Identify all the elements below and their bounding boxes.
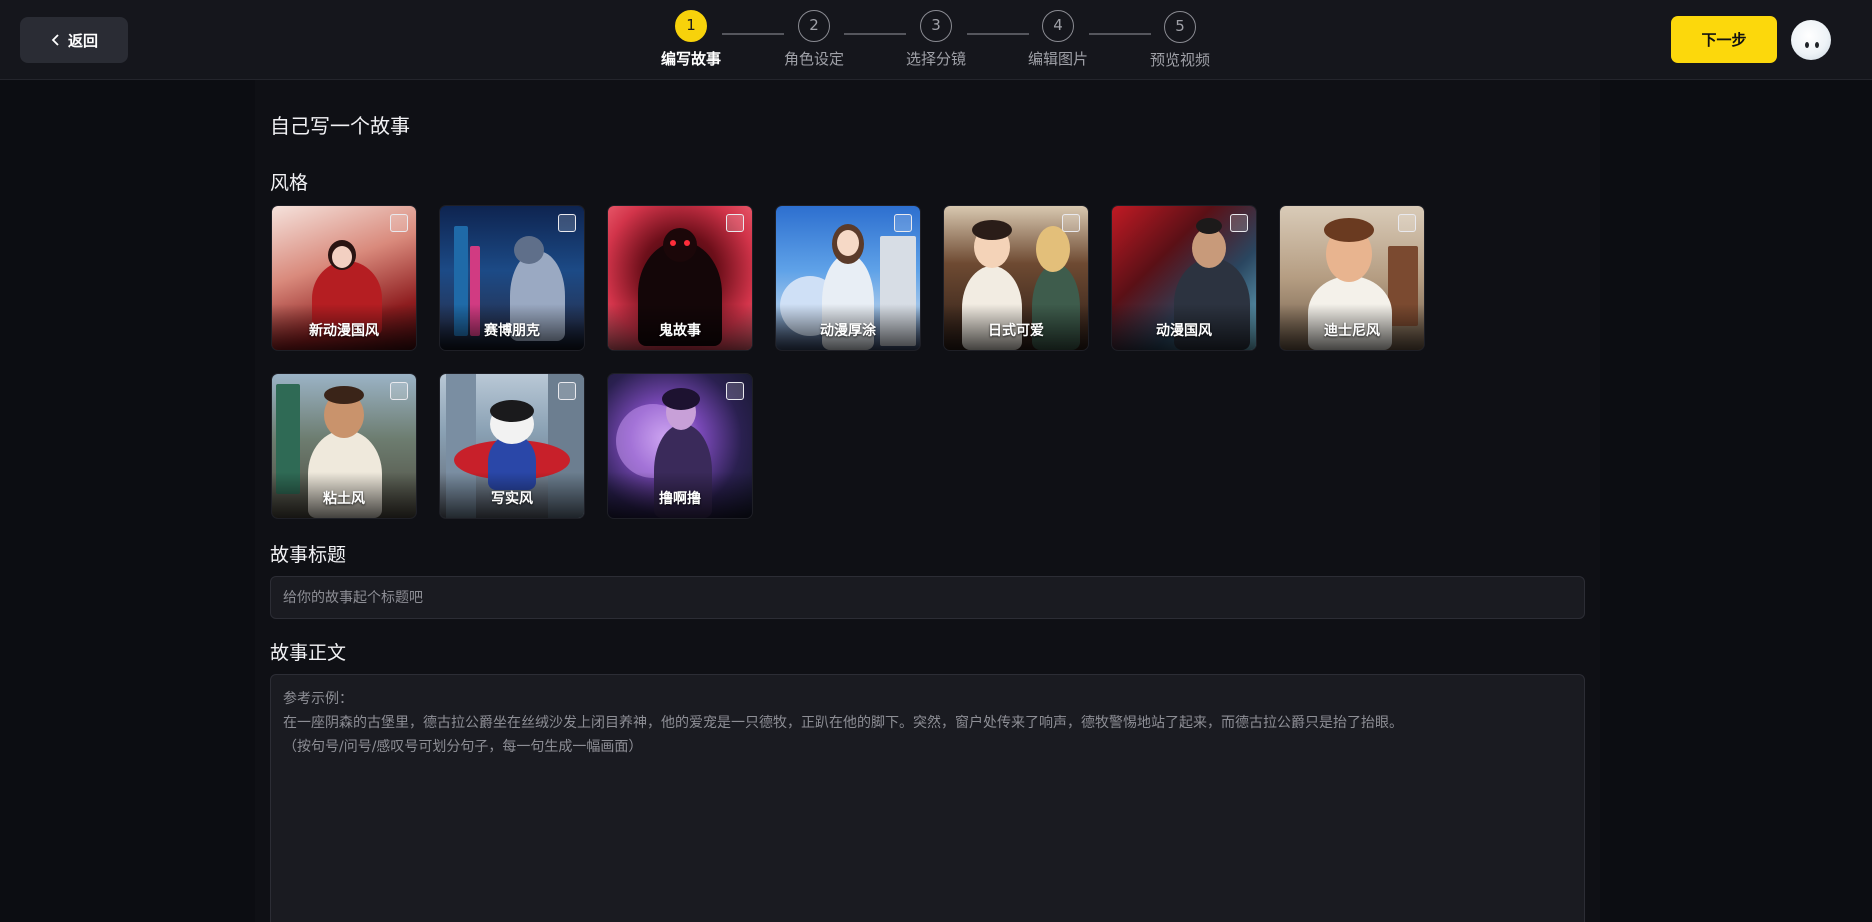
body-placeholder-line: 参考示例：	[283, 691, 353, 707]
avatar[interactable]	[1791, 20, 1831, 60]
story-body-textarea[interactable]: 参考示例： 在一座阴森的古堡里，德古拉公爵坐在丝绒沙发上闭目养神，他的爱宠是一只…	[270, 674, 1585, 922]
step-progress: 1 编写故事 2 角色设定 3 选择分镜 4 编辑图片 5 预览视频	[0, 0, 1872, 80]
step-5[interactable]: 5 预览视频	[1130, 11, 1230, 70]
body-section-title: 故事正文	[270, 642, 347, 664]
step-number: 5	[1164, 11, 1196, 43]
style-checkbox[interactable]	[390, 382, 408, 400]
style-label: 撸啊撸	[659, 491, 701, 507]
avatar-eye	[1805, 42, 1809, 48]
style-card[interactable]: 日式可爱	[944, 206, 1088, 350]
step-label: 选择分镜	[905, 50, 966, 68]
page-title: 自己写一个故事	[270, 114, 410, 138]
style-label: 写实风	[491, 491, 533, 507]
style-card[interactable]: 新动漫国风	[272, 206, 416, 350]
style-label: 动漫国风	[1156, 323, 1212, 339]
style-card[interactable]: 撸啊撸	[608, 374, 752, 518]
title-section-title: 故事标题	[270, 544, 347, 566]
style-checkbox[interactable]	[558, 382, 576, 400]
style-card[interactable]: 粘土风	[272, 374, 416, 518]
body-placeholder-line: （按句号/问号/感叹号可划分句子，每一句生成一幅画面）	[283, 739, 643, 755]
body-placeholder-line: 在一座阴森的古堡里，德古拉公爵坐在丝绒沙发上闭目养神，他的爱宠是一只德牧，正趴在…	[283, 715, 1403, 731]
style-card[interactable]: 鬼故事	[608, 206, 752, 350]
style-label: 赛博朋克	[484, 323, 540, 339]
style-card[interactable]: 写实风	[440, 374, 584, 518]
style-card[interactable]: 动漫国风	[1112, 206, 1256, 350]
style-checkbox[interactable]	[726, 214, 744, 232]
style-card[interactable]: 赛博朋克	[440, 206, 584, 350]
style-grid: 新动漫国风 赛博朋克 鬼故事 动漫厚涂 日式可爱 动漫国风 迪士尼风 粘土风 写…	[272, 206, 1472, 526]
style-checkbox[interactable]	[1398, 214, 1416, 232]
style-label: 新动漫国风	[309, 323, 379, 339]
step-label: 预览视频	[1149, 51, 1210, 69]
style-label: 日式可爱	[988, 323, 1044, 339]
style-checkbox[interactable]	[1062, 214, 1080, 232]
style-label: 鬼故事	[659, 323, 701, 339]
style-checkbox[interactable]	[558, 214, 576, 232]
avatar-eye	[1815, 42, 1819, 48]
style-card[interactable]: 动漫厚涂	[776, 206, 920, 350]
style-card[interactable]: 迪士尼风	[1280, 206, 1424, 350]
step-number: 4	[1042, 10, 1074, 42]
top-bar: 返回 1 编写故事 2 角色设定 3 选择分镜 4 编辑图片 5 预览视频 下一…	[0, 0, 1872, 80]
story-title-input[interactable]	[270, 576, 1585, 619]
style-checkbox[interactable]	[894, 214, 912, 232]
step-label: 角色设定	[783, 50, 844, 68]
step-2[interactable]: 2 角色设定	[764, 10, 864, 69]
step-number: 2	[798, 10, 830, 42]
style-label: 粘土风	[323, 491, 365, 507]
style-label: 动漫厚涂	[820, 323, 876, 339]
style-section-title: 风格	[270, 172, 309, 194]
step-4[interactable]: 4 编辑图片	[1008, 10, 1108, 69]
story-editor-panel: 自己写一个故事 风格 新动漫国风 赛博朋克 鬼故事 动漫厚涂 日式可爱 动漫国风…	[255, 80, 1600, 922]
step-label: 编辑图片	[1027, 50, 1088, 68]
style-label: 迪士尼风	[1324, 323, 1380, 339]
next-step-button[interactable]: 下一步	[1671, 16, 1777, 63]
style-checkbox[interactable]	[1230, 214, 1248, 232]
step-3[interactable]: 3 选择分镜	[886, 10, 986, 69]
step-label: 编写故事	[660, 50, 721, 68]
step-number: 3	[920, 10, 952, 42]
step-number: 1	[675, 10, 707, 42]
style-checkbox[interactable]	[726, 382, 744, 400]
step-1[interactable]: 1 编写故事	[641, 10, 741, 69]
style-checkbox[interactable]	[390, 214, 408, 232]
